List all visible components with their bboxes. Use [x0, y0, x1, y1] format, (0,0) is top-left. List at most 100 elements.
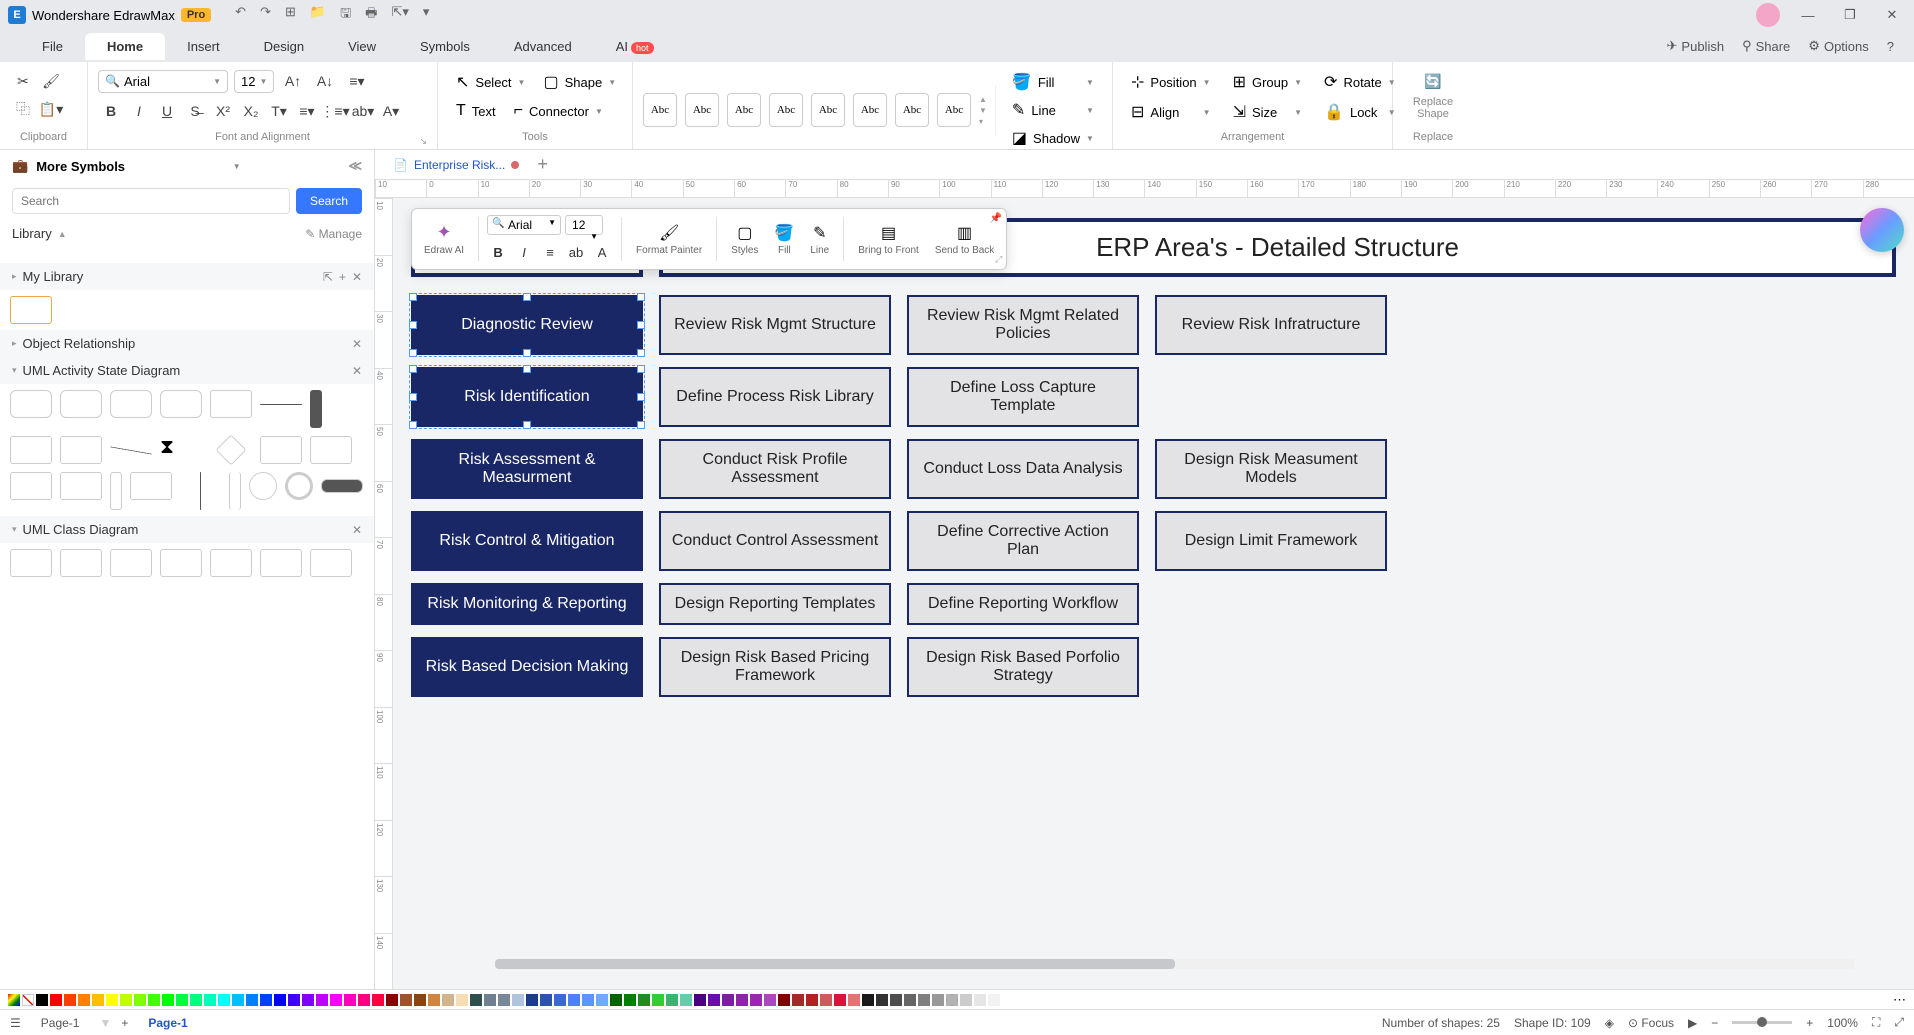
publish-button[interactable]: ✈Publish [1667, 38, 1725, 54]
color-swatch[interactable] [190, 994, 202, 1006]
fullscreen-button[interactable]: ⤢ [1894, 1015, 1904, 1030]
float-fontcolor[interactable]: A [591, 241, 613, 263]
activity-shape[interactable] [10, 390, 52, 418]
font-family-input[interactable]: 🔍Arial▼ [98, 70, 228, 93]
zoom-slider[interactable] [1732, 1021, 1792, 1024]
color-swatch[interactable] [232, 994, 244, 1006]
add-tab-button[interactable]: + [537, 154, 548, 175]
manage-link[interactable]: ✎ Manage [305, 227, 362, 241]
minimize-button[interactable]: — [1794, 8, 1822, 23]
class-shape[interactable] [210, 549, 252, 577]
activity-shape[interactable] [60, 390, 102, 418]
superscript-button[interactable]: X² [210, 98, 236, 124]
color-swatch[interactable] [442, 994, 454, 1006]
area-box[interactable]: Conduct Control Assessment [659, 511, 891, 571]
area-box[interactable]: Review Risk Infratructure [1155, 295, 1387, 355]
component-box[interactable]: Risk Monitoring & Reporting [411, 583, 643, 625]
area-box[interactable]: Conduct Loss Data Analysis [907, 439, 1139, 499]
color-swatch[interactable] [386, 994, 398, 1006]
color-swatch[interactable] [610, 994, 622, 1006]
color-swatch[interactable] [890, 994, 902, 1006]
color-swatch[interactable] [162, 994, 174, 1006]
color-swatch[interactable] [428, 994, 440, 1006]
select-button[interactable]: ↖Select▼ [448, 68, 533, 96]
tab-ai[interactable]: AIhot [594, 33, 676, 60]
float-italic[interactable]: I [513, 241, 535, 263]
color-swatch[interactable] [344, 994, 356, 1006]
activity-shape[interactable] [229, 472, 241, 510]
color-swatch[interactable] [36, 994, 48, 1006]
color-swatch[interactable] [92, 994, 104, 1006]
area-box[interactable]: Define Corrective Action Plan [907, 511, 1139, 571]
area-box[interactable]: Define Reporting Workflow [907, 583, 1139, 625]
area-box[interactable]: Conduct Risk Profile Assessment [659, 439, 891, 499]
align-button[interactable]: ≡▾ [344, 68, 370, 94]
color-swatch[interactable] [274, 994, 286, 1006]
color-swatch[interactable] [708, 994, 720, 1006]
color-swatch[interactable] [302, 994, 314, 1006]
replace-shape-button[interactable]: 🔄 [1420, 68, 1446, 94]
color-swatch[interactable] [876, 994, 888, 1006]
area-box[interactable]: Design Risk Measument Models [1155, 439, 1387, 499]
more-icon[interactable]: ▾ [423, 4, 430, 26]
color-swatch[interactable] [778, 994, 790, 1006]
activity-shape[interactable]: ⧗ [160, 436, 202, 464]
color-swatch[interactable] [372, 994, 384, 1006]
bring-to-front-button[interactable]: ▤Bring to Front [852, 221, 925, 258]
uml-class-label[interactable]: UML Class Diagram [23, 522, 139, 537]
float-font-size[interactable]: 12▼ [565, 215, 603, 235]
color-swatch[interactable] [148, 994, 160, 1006]
new-icon[interactable]: ⊞ [285, 4, 296, 26]
component-box[interactable]: Risk Identification [411, 367, 643, 427]
class-shape[interactable] [160, 549, 202, 577]
color-swatch[interactable] [694, 994, 706, 1006]
lib-export[interactable]: ⇱ [323, 270, 333, 284]
zoom-in-button[interactable]: + [1806, 1016, 1813, 1030]
page-tab-current[interactable]: Page-1 [31, 1014, 90, 1032]
color-swatch[interactable] [218, 994, 230, 1006]
color-swatch[interactable] [988, 994, 1000, 1006]
activity-shape[interactable] [285, 472, 313, 500]
size-button[interactable]: ⇲Size▼ [1225, 98, 1310, 126]
obj-rel-label[interactable]: Object Relationship [23, 336, 136, 351]
tab-view[interactable]: View [326, 33, 398, 60]
activity-shape[interactable] [310, 390, 322, 428]
fit-page-button[interactable]: ⛶ [1872, 1015, 1880, 1030]
zoom-value[interactable]: 100% [1827, 1016, 1858, 1030]
maximize-button[interactable]: ❐ [1836, 7, 1864, 23]
style-preset-2[interactable]: Abc [685, 93, 719, 127]
color-swatch[interactable] [904, 994, 916, 1006]
color-swatch[interactable] [246, 994, 258, 1006]
font-color-button[interactable]: A▾ [378, 98, 404, 124]
font-grow-button[interactable]: A↑ [280, 68, 306, 94]
style-preset-5[interactable]: Abc [811, 93, 845, 127]
color-swatch[interactable] [134, 994, 146, 1006]
options-button[interactable]: ⚙Options [1808, 38, 1868, 54]
color-swatch[interactable] [64, 994, 76, 1006]
color-swatch[interactable] [680, 994, 692, 1006]
line-button[interactable]: ✎Line▼ [1004, 96, 1102, 124]
color-swatch[interactable] [106, 994, 118, 1006]
redo-icon[interactable]: ↷ [260, 4, 271, 26]
horizontal-scrollbar[interactable] [495, 959, 1854, 969]
symbol-search-input[interactable] [12, 188, 290, 214]
activity-shape[interactable] [10, 472, 52, 500]
zoom-out-button[interactable]: − [1711, 1016, 1718, 1030]
class-shape[interactable] [260, 549, 302, 577]
color-swatch[interactable] [330, 994, 342, 1006]
tab-insert[interactable]: Insert [165, 33, 242, 60]
activity-shape[interactable] [10, 436, 52, 464]
class-shape[interactable] [60, 549, 102, 577]
group-button[interactable]: ⊞Group▼ [1225, 68, 1310, 96]
color-swatch[interactable] [960, 994, 972, 1006]
float-textdir[interactable]: ab [565, 241, 587, 263]
color-swatch[interactable] [540, 994, 552, 1006]
rotate-button[interactable]: ⟳Rotate▼ [1316, 68, 1404, 96]
color-swatch[interactable] [750, 994, 762, 1006]
color-swatch[interactable] [582, 994, 594, 1006]
page-tab-active[interactable]: Page-1 [138, 1014, 197, 1032]
obj-rel-close[interactable]: ✕ [352, 337, 362, 351]
subscript-button[interactable]: X₂ [238, 98, 264, 124]
activity-shape[interactable] [60, 436, 102, 464]
canvas[interactable]: Components ERP Area's - Detailed Structu… [375, 198, 1914, 989]
